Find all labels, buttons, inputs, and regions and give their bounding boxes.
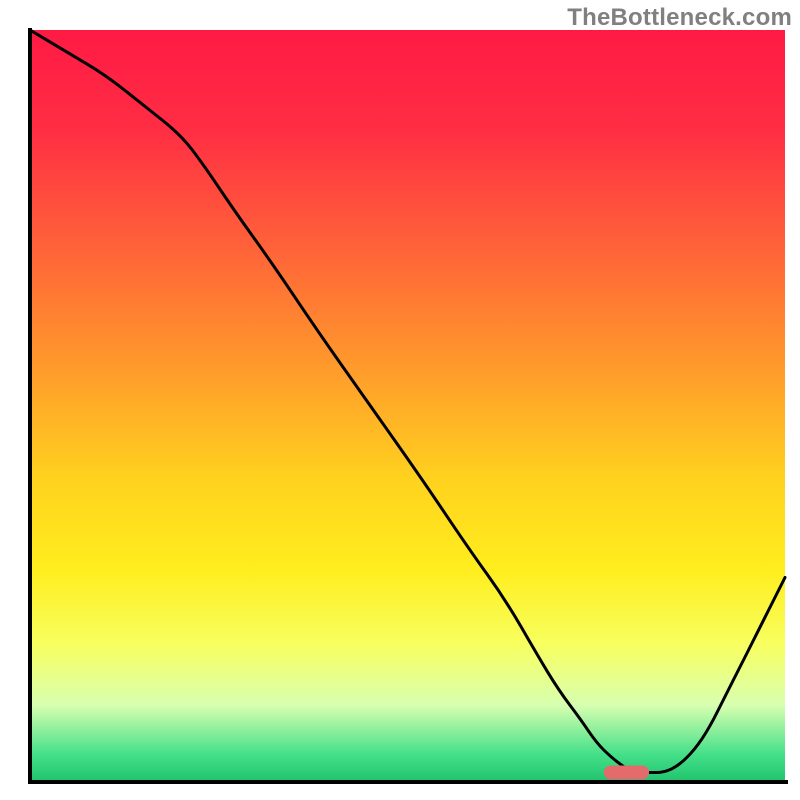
chart-background <box>30 30 785 780</box>
chart-container: { "attribution": "TheBottleneck.com", "c… <box>0 0 800 800</box>
optimal-zone-marker <box>604 766 649 780</box>
bottleneck-chart <box>0 0 800 800</box>
